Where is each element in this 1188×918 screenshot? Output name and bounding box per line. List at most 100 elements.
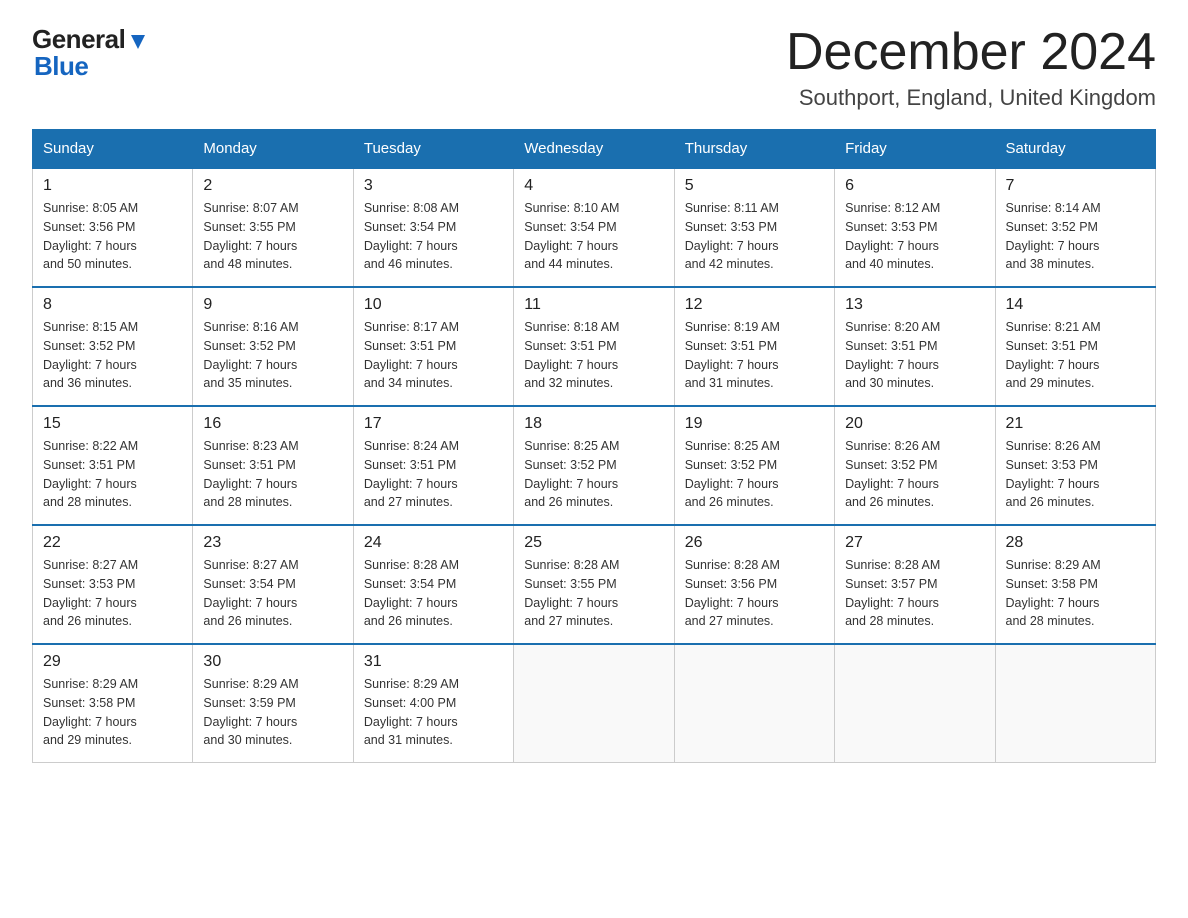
calendar-week-row: 1 Sunrise: 8:05 AMSunset: 3:56 PMDaylight… [33, 168, 1156, 287]
day-info: Sunrise: 8:16 AMSunset: 3:52 PMDaylight:… [203, 318, 342, 393]
calendar-cell: 25Sunrise: 8:28 AMSunset: 3:55 PMDayligh… [514, 525, 674, 644]
day-number: 19 [685, 415, 824, 433]
day-number: 4 [524, 177, 663, 195]
calendar-table: SundayMondayTuesdayWednesdayThursdayFrid… [32, 129, 1156, 763]
weekday-header-friday: Friday [835, 130, 995, 169]
calendar-week-row: 15 Sunrise: 8:22 AMSunset: 3:51 PMDayligh… [33, 406, 1156, 525]
title-section: December 2024 Southport, England, United… [786, 24, 1156, 111]
calendar-cell: 6 Sunrise: 8:12 AMSunset: 3:53 PMDaylight… [835, 168, 995, 287]
day-number: 9 [203, 296, 342, 314]
calendar-cell [674, 644, 834, 763]
day-number: 3 [364, 177, 503, 195]
day-info: Sunrise: 8:11 AMSunset: 3:53 PMDaylight:… [685, 199, 824, 274]
day-number: 29 [43, 653, 182, 671]
calendar-week-row: 29 Sunrise: 8:29 AMSunset: 3:58 PMDayligh… [33, 644, 1156, 763]
day-info: Sunrise: 8:18 AMSunset: 3:51 PMDaylight:… [524, 318, 663, 393]
calendar-cell: 31 Sunrise: 8:29 AMSunset: 4:00 PMDayligh… [353, 644, 513, 763]
calendar-cell: 10 Sunrise: 8:17 AMSunset: 3:51 PMDayligh… [353, 287, 513, 406]
calendar-cell [995, 644, 1155, 763]
weekday-header-wednesday: Wednesday [514, 130, 674, 169]
day-info: Sunrise: 8:29 AMSunset: 3:59 PMDaylight:… [203, 675, 342, 750]
day-info: Sunrise: 8:25 AMSunset: 3:52 PMDaylight:… [685, 437, 824, 512]
day-number: 24 [364, 534, 503, 552]
calendar-cell: 30Sunrise: 8:29 AMSunset: 3:59 PMDayligh… [193, 644, 353, 763]
calendar-cell: 12 Sunrise: 8:19 AMSunset: 3:51 PMDayligh… [674, 287, 834, 406]
weekday-header-row: SundayMondayTuesdayWednesdayThursdayFrid… [33, 130, 1156, 169]
day-number: 2 [203, 177, 342, 195]
day-info: Sunrise: 8:17 AMSunset: 3:51 PMDaylight:… [364, 318, 503, 393]
calendar-cell: 9 Sunrise: 8:16 AMSunset: 3:52 PMDaylight… [193, 287, 353, 406]
calendar-cell: 8 Sunrise: 8:15 AMSunset: 3:52 PMDaylight… [33, 287, 193, 406]
calendar-week-row: 22Sunrise: 8:27 AMSunset: 3:53 PMDayligh… [33, 525, 1156, 644]
calendar-cell: 26Sunrise: 8:28 AMSunset: 3:56 PMDayligh… [674, 525, 834, 644]
day-info: Sunrise: 8:19 AMSunset: 3:51 PMDaylight:… [685, 318, 824, 393]
calendar-cell: 20Sunrise: 8:26 AMSunset: 3:52 PMDayligh… [835, 406, 995, 525]
calendar-cell: 17Sunrise: 8:24 AMSunset: 3:51 PMDayligh… [353, 406, 513, 525]
day-info: Sunrise: 8:05 AMSunset: 3:56 PMDaylight:… [43, 199, 182, 274]
page-header: General Blue December 2024 Southport, En… [32, 24, 1156, 111]
day-info: Sunrise: 8:29 AMSunset: 3:58 PMDaylight:… [1006, 556, 1145, 631]
day-info: Sunrise: 8:26 AMSunset: 3:52 PMDaylight:… [845, 437, 984, 512]
day-number: 8 [43, 296, 182, 314]
calendar-cell: 2 Sunrise: 8:07 AMSunset: 3:55 PMDaylight… [193, 168, 353, 287]
calendar-cell: 18 Sunrise: 8:25 AMSunset: 3:52 PMDayligh… [514, 406, 674, 525]
calendar-cell [835, 644, 995, 763]
calendar-week-row: 8 Sunrise: 8:15 AMSunset: 3:52 PMDaylight… [33, 287, 1156, 406]
weekday-header-saturday: Saturday [995, 130, 1155, 169]
calendar-cell: 1 Sunrise: 8:05 AMSunset: 3:56 PMDaylight… [33, 168, 193, 287]
logo-triangle-icon [127, 31, 149, 53]
calendar-cell: 14Sunrise: 8:21 AMSunset: 3:51 PMDayligh… [995, 287, 1155, 406]
logo-blue-text: Blue [34, 51, 88, 82]
day-number: 5 [685, 177, 824, 195]
day-info: Sunrise: 8:24 AMSunset: 3:51 PMDaylight:… [364, 437, 503, 512]
day-info: Sunrise: 8:28 AMSunset: 3:56 PMDaylight:… [685, 556, 824, 631]
weekday-header-thursday: Thursday [674, 130, 834, 169]
calendar-cell: 28 Sunrise: 8:29 AMSunset: 3:58 PMDayligh… [995, 525, 1155, 644]
day-info: Sunrise: 8:29 AMSunset: 4:00 PMDaylight:… [364, 675, 503, 750]
day-number: 7 [1006, 177, 1145, 195]
day-number: 6 [845, 177, 984, 195]
weekday-header-monday: Monday [193, 130, 353, 169]
calendar-cell: 16Sunrise: 8:23 AMSunset: 3:51 PMDayligh… [193, 406, 353, 525]
day-info: Sunrise: 8:28 AMSunset: 3:55 PMDaylight:… [524, 556, 663, 631]
day-number: 28 [1006, 534, 1145, 552]
calendar-cell: 19 Sunrise: 8:25 AMSunset: 3:52 PMDayligh… [674, 406, 834, 525]
calendar-cell: 3 Sunrise: 8:08 AMSunset: 3:54 PMDaylight… [353, 168, 513, 287]
day-number: 1 [43, 177, 182, 195]
day-number: 18 [524, 415, 663, 433]
day-number: 12 [685, 296, 824, 314]
weekday-header-tuesday: Tuesday [353, 130, 513, 169]
day-info: Sunrise: 8:29 AMSunset: 3:58 PMDaylight:… [43, 675, 182, 750]
day-number: 15 [43, 415, 182, 433]
day-number: 10 [364, 296, 503, 314]
calendar-cell: 7Sunrise: 8:14 AMSunset: 3:52 PMDaylight… [995, 168, 1155, 287]
day-info: Sunrise: 8:27 AMSunset: 3:53 PMDaylight:… [43, 556, 182, 631]
day-number: 14 [1006, 296, 1145, 314]
day-info: Sunrise: 8:27 AMSunset: 3:54 PMDaylight:… [203, 556, 342, 631]
calendar-cell: 5 Sunrise: 8:11 AMSunset: 3:53 PMDaylight… [674, 168, 834, 287]
day-info: Sunrise: 8:28 AMSunset: 3:54 PMDaylight:… [364, 556, 503, 631]
calendar-cell [514, 644, 674, 763]
calendar-cell: 29 Sunrise: 8:29 AMSunset: 3:58 PMDayligh… [33, 644, 193, 763]
day-info: Sunrise: 8:28 AMSunset: 3:57 PMDaylight:… [845, 556, 984, 631]
calendar-cell: 4 Sunrise: 8:10 AMSunset: 3:54 PMDaylight… [514, 168, 674, 287]
calendar-cell: 15 Sunrise: 8:22 AMSunset: 3:51 PMDayligh… [33, 406, 193, 525]
day-number: 31 [364, 653, 503, 671]
day-info: Sunrise: 8:25 AMSunset: 3:52 PMDaylight:… [524, 437, 663, 512]
day-info: Sunrise: 8:07 AMSunset: 3:55 PMDaylight:… [203, 199, 342, 274]
day-number: 23 [203, 534, 342, 552]
day-number: 27 [845, 534, 984, 552]
weekday-header-sunday: Sunday [33, 130, 193, 169]
day-info: Sunrise: 8:12 AMSunset: 3:53 PMDaylight:… [845, 199, 984, 274]
calendar-title: December 2024 [786, 24, 1156, 81]
calendar-cell: 11 Sunrise: 8:18 AMSunset: 3:51 PMDayligh… [514, 287, 674, 406]
calendar-subtitle: Southport, England, United Kingdom [786, 85, 1156, 111]
day-info: Sunrise: 8:22 AMSunset: 3:51 PMDaylight:… [43, 437, 182, 512]
day-number: 11 [524, 296, 663, 314]
calendar-cell: 21Sunrise: 8:26 AMSunset: 3:53 PMDayligh… [995, 406, 1155, 525]
day-info: Sunrise: 8:20 AMSunset: 3:51 PMDaylight:… [845, 318, 984, 393]
day-info: Sunrise: 8:08 AMSunset: 3:54 PMDaylight:… [364, 199, 503, 274]
day-info: Sunrise: 8:10 AMSunset: 3:54 PMDaylight:… [524, 199, 663, 274]
calendar-cell: 13Sunrise: 8:20 AMSunset: 3:51 PMDayligh… [835, 287, 995, 406]
day-info: Sunrise: 8:15 AMSunset: 3:52 PMDaylight:… [43, 318, 182, 393]
